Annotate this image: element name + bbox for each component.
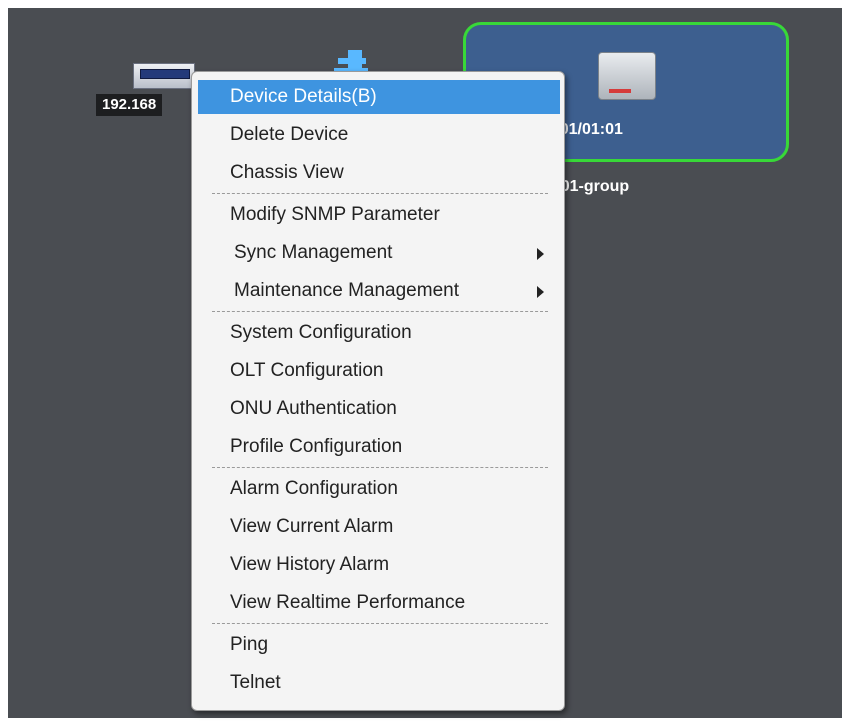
menu-item-device-details[interactable]: Device Details(B) xyxy=(198,80,560,114)
menu-separator xyxy=(212,193,548,194)
menu-item-delete-device[interactable]: Delete Device xyxy=(198,118,560,152)
menu-item-ping[interactable]: Ping xyxy=(198,628,560,662)
device-context-menu: Device Details(B) Delete Device Chassis … xyxy=(191,71,565,711)
menu-item-maintenance-management[interactable]: Maintenance Management xyxy=(198,274,560,308)
menu-item-modify-snmp[interactable]: Modify SNMP Parameter xyxy=(198,198,560,232)
menu-separator xyxy=(212,311,548,312)
menu-item-view-realtime-performance[interactable]: View Realtime Performance xyxy=(198,586,560,620)
menu-item-sync-management[interactable]: Sync Management xyxy=(198,236,560,270)
onu-device-icon[interactable] xyxy=(598,52,656,100)
menu-item-chassis-view[interactable]: Chassis View xyxy=(198,156,560,190)
menu-item-olt-configuration[interactable]: OLT Configuration xyxy=(198,354,560,388)
olt-device-icon[interactable] xyxy=(133,63,195,89)
submenu-arrow-icon xyxy=(537,286,544,298)
menu-separator xyxy=(212,467,548,468)
menu-item-alarm-configuration[interactable]: Alarm Configuration xyxy=(198,472,560,506)
menu-item-label: Sync Management xyxy=(234,242,393,263)
menu-item-view-history-alarm[interactable]: View History Alarm xyxy=(198,548,560,582)
menu-item-profile-configuration[interactable]: Profile Configuration xyxy=(198,430,560,464)
menu-item-system-configuration[interactable]: System Configuration xyxy=(198,316,560,350)
menu-separator xyxy=(212,623,548,624)
menu-item-view-current-alarm[interactable]: View Current Alarm xyxy=(198,510,560,544)
submenu-arrow-icon xyxy=(537,248,544,260)
menu-item-label: Maintenance Management xyxy=(234,280,459,301)
device-label[interactable]: 192.168 xyxy=(96,94,163,116)
menu-item-onu-authentication[interactable]: ONU Authentication xyxy=(198,392,560,426)
menu-item-telnet[interactable]: Telnet xyxy=(198,666,560,700)
